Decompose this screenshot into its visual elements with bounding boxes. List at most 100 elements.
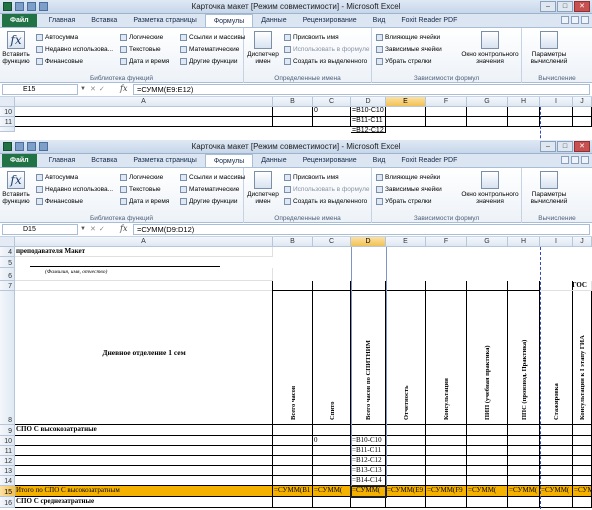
cell-J13[interactable] — [573, 466, 592, 476]
cell-I9[interactable] — [540, 425, 573, 436]
column-header-F[interactable]: F — [426, 237, 467, 247]
ribbon-create_from_selection-button[interactable]: Создать из выделенного — [284, 56, 367, 66]
cell-B10[interactable] — [273, 436, 313, 446]
ribbon-define_name-button[interactable]: Присвоить имя — [284, 172, 339, 182]
ribbon-financial-button[interactable]: Финансовые — [36, 196, 83, 206]
tab-7[interactable]: Вид — [365, 14, 394, 27]
cell-E15[interactable]: =СУММ(E9 — [386, 486, 426, 497]
insert-function-button[interactable]: fx Вставить функцию — [2, 171, 30, 205]
ribbon-trace_dependents-button[interactable]: Зависимые ячейки — [376, 184, 442, 194]
tab-2[interactable]: Вставка — [83, 14, 125, 27]
name-box[interactable]: D15 — [2, 224, 78, 235]
cell-E14[interactable] — [386, 476, 426, 486]
tab-8[interactable]: Foxit Reader PDF — [393, 154, 465, 167]
ribbon-text-button[interactable]: Текстовые — [120, 44, 161, 54]
cell-I15[interactable]: =СУММ( — [540, 486, 573, 497]
cell-I12[interactable] — [540, 456, 573, 466]
cell-A9[interactable]: СПО С высокозатратные — [15, 425, 273, 436]
cell-H13[interactable] — [508, 466, 540, 476]
tab-0[interactable]: Файл — [2, 154, 37, 167]
cell-J10[interactable] — [573, 436, 592, 446]
cell-F14[interactable] — [426, 476, 467, 486]
row-header-10[interactable]: 10 — [0, 436, 15, 446]
cell-E11[interactable] — [386, 446, 426, 456]
column-header-H[interactable]: H — [508, 237, 540, 247]
cell-C9[interactable] — [313, 425, 351, 436]
column-header-H[interactable]: H — [508, 97, 540, 107]
confirm-icon[interactable]: ✓ — [99, 225, 105, 233]
column-header-D[interactable]: D — [351, 237, 386, 247]
ribbon-datetime-button[interactable]: Дата и время — [120, 56, 169, 66]
row-header-10[interactable]: 10 — [0, 107, 15, 117]
cell-C11[interactable] — [313, 117, 351, 127]
close-workbook-icon[interactable] — [581, 156, 589, 164]
cell-A11[interactable] — [15, 446, 273, 456]
cell-A4[interactable]: преподавателя Макет — [15, 247, 273, 257]
cell-B16[interactable] — [273, 497, 313, 508]
cell-H14[interactable] — [508, 476, 540, 486]
ribbon-remove_arrows-button[interactable]: Убрать стрелки — [376, 56, 431, 66]
cell-E12[interactable] — [386, 456, 426, 466]
tab-6[interactable]: Рецензирование — [295, 154, 365, 167]
ribbon-define_name-button[interactable]: Присвоить имя — [284, 32, 339, 42]
tab-1[interactable]: Главная — [41, 14, 84, 27]
cell-G14[interactable] — [467, 476, 508, 486]
minimize-button[interactable]: – — [540, 1, 556, 12]
cell-F16[interactable] — [426, 497, 467, 508]
ribbon-recent-button[interactable]: Недавно использова... — [36, 184, 113, 194]
cell-G10[interactable] — [467, 107, 508, 117]
close-workbook-icon[interactable] — [581, 16, 589, 24]
cell-J12[interactable] — [573, 456, 592, 466]
cell-H12[interactable] — [508, 456, 540, 466]
ribbon-math-button[interactable]: Математические — [180, 184, 239, 194]
cell-B9[interactable] — [273, 425, 313, 436]
cell-J9[interactable] — [573, 425, 592, 436]
row-header-4[interactable]: 4 — [0, 247, 15, 257]
tab-4[interactable]: Формулы — [204, 154, 254, 167]
column-header-I[interactable]: I — [540, 237, 573, 247]
column-header-E[interactable]: E — [386, 237, 426, 247]
cell-A14[interactable] — [15, 476, 273, 486]
ribbon-recent-button[interactable]: Недавно использова... — [36, 44, 113, 54]
cell-I13[interactable] — [540, 466, 573, 476]
cell-E11[interactable] — [386, 117, 426, 127]
cell-I10[interactable] — [540, 107, 573, 117]
row-header-12[interactable] — [0, 127, 15, 132]
cell-B13[interactable] — [273, 466, 313, 476]
row-header-8[interactable]: 8 — [0, 291, 15, 425]
cell-F15[interactable]: =СУММ(F9 — [426, 486, 467, 497]
cell-B14[interactable] — [273, 476, 313, 486]
cell-J14[interactable] — [573, 476, 592, 486]
insert-function-icon[interactable]: fx — [120, 224, 127, 233]
ribbon-trace_precedents-button[interactable]: Влияющие ячейки — [376, 32, 440, 42]
ribbon-remove_arrows-button[interactable]: Убрать стрелки — [376, 196, 431, 206]
cell-E10[interactable] — [386, 107, 426, 117]
row-header-13[interactable]: 13 — [0, 466, 15, 476]
calc-options-button[interactable]: Параметры вычислений — [524, 31, 574, 65]
minimize-button[interactable]: – — [540, 141, 556, 152]
cell-A13[interactable] — [15, 466, 273, 476]
cell-H9[interactable] — [508, 425, 540, 436]
cell-E9[interactable] — [386, 425, 426, 436]
ribbon-autosum-button[interactable]: Автосумма — [36, 172, 78, 182]
cell-A6[interactable]: (Фамилия, имя, отчество) — [15, 268, 273, 281]
cell-H11[interactable] — [508, 117, 540, 127]
ribbon-other-button[interactable]: Другие функции — [180, 56, 238, 66]
minimize-ribbon-icon[interactable] — [571, 156, 579, 164]
cell-H15[interactable]: =СУММ( — [508, 486, 540, 497]
cell-B10[interactable] — [273, 107, 313, 117]
cell-I16[interactable] — [540, 497, 573, 508]
row-header-5[interactable]: 5 — [0, 257, 15, 268]
cell-F11[interactable] — [426, 446, 467, 456]
name-box[interactable]: E15 — [2, 84, 78, 95]
column-header-J[interactable]: J — [573, 97, 592, 107]
cell-G15[interactable]: =СУММ( — [467, 486, 508, 497]
cell-B11[interactable] — [273, 446, 313, 456]
tab-0[interactable]: Файл — [2, 14, 37, 27]
cell-J16[interactable] — [573, 497, 592, 508]
watch-window-button[interactable]: Окно контрольного значения — [460, 31, 520, 65]
ribbon-logical-button[interactable]: Логические — [120, 172, 163, 182]
close-button[interactable]: ✕ — [574, 1, 590, 12]
tab-7[interactable]: Вид — [365, 154, 394, 167]
cell-H10[interactable] — [508, 107, 540, 117]
